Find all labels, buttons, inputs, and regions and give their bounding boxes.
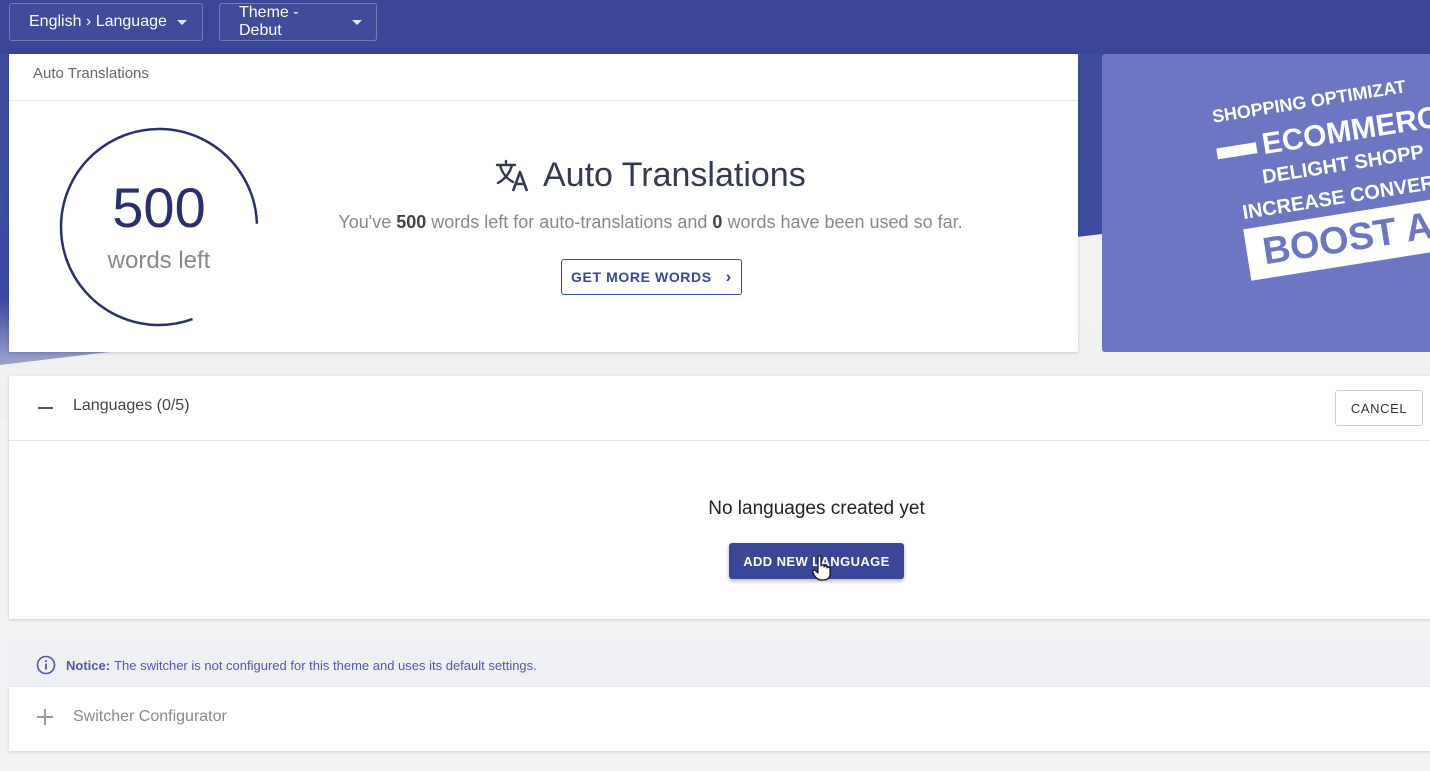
promo-banner-art: SHOPPING OPTIMIZAT ECOMMERC DELIGHT SHOP… — [1202, 54, 1430, 281]
get-more-words-button[interactable]: GET MORE WORDS › — [561, 259, 742, 295]
cancel-button[interactable]: CANCEL — [1335, 390, 1423, 426]
caret-down-icon — [176, 19, 187, 25]
caret-down-icon — [352, 19, 362, 25]
promo-banner[interactable]: SHOPPING OPTIMIZAT ECOMMERC DELIGHT SHOP… — [1102, 54, 1430, 352]
desc-text: You've — [338, 212, 397, 232]
language-dropdown[interactable]: English › Language — [9, 3, 203, 41]
auto-translations-description: You've 500 words left for auto-translati… — [239, 212, 1062, 233]
auto-translations-header: Auto Translations — [9, 54, 1078, 101]
languages-title: Languages (0/5) — [73, 397, 190, 414]
chevron-right-icon: › — [725, 267, 732, 286]
languages-header: Languages (0/5) CANCEL — [9, 376, 1430, 441]
auto-translations-title: Auto Translations — [543, 156, 806, 194]
notice-label: Notice: — [66, 657, 111, 673]
notice-bar: Notice: The switcher is not configured f… — [9, 643, 1430, 687]
words-left-number: 500 — [112, 176, 206, 239]
desc-text: words left for auto-translations and — [426, 212, 713, 232]
theme-dropdown-label: Theme - Debut — [239, 4, 299, 39]
switcher-configurator-card[interactable]: Switcher Configurator — [9, 687, 1430, 751]
info-icon — [36, 655, 56, 675]
expand-plus-icon[interactable] — [37, 709, 53, 725]
language-dropdown-label: English › Language — [29, 13, 167, 30]
notice-text: The switcher is not configured for this … — [114, 657, 537, 673]
banner-stripe — [1216, 142, 1258, 160]
top-bar: English › Language Theme - Debut — [0, 0, 1430, 54]
empty-languages-message: No languages created yet — [708, 498, 925, 519]
words-left-label: words left — [107, 247, 211, 274]
get-more-words-label: GET MORE WORDS — [571, 269, 712, 285]
desc-words-used: 0 — [712, 212, 723, 232]
collapse-minus-icon[interactable] — [38, 407, 53, 409]
languages-card: Languages (0/5) CANCEL No languages crea… — [9, 376, 1430, 619]
auto-translations-card: Auto Translations 500 words left Auto Tr… — [9, 54, 1078, 352]
theme-dropdown[interactable]: Theme - Debut — [219, 3, 377, 41]
auto-translations-title-row: Auto Translations — [495, 156, 806, 195]
switcher-configurator-title: Switcher Configurator — [73, 708, 227, 725]
desc-text: words have been used so far. — [722, 212, 963, 232]
hand-cursor-icon — [812, 555, 831, 581]
translate-icon — [495, 159, 529, 191]
desc-words-left: 500 — [396, 212, 427, 232]
